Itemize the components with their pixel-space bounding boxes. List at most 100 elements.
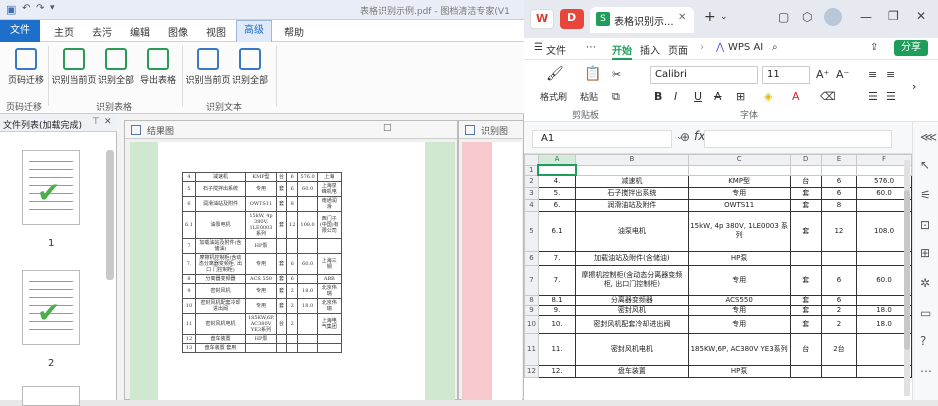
spreadsheet-cell[interactable]: 专用 <box>687 264 791 296</box>
row-header[interactable]: 3 <box>524 186 539 200</box>
spreadsheet-cell[interactable]: 6 <box>820 264 858 296</box>
spreadsheet-cell[interactable]: OWTS11 <box>687 198 791 212</box>
search-icon[interactable]: ⌕ <box>772 42 778 53</box>
spreadsheet-cell[interactable] <box>789 164 822 176</box>
spreadsheet-cell[interactable] <box>537 164 577 176</box>
row-header[interactable]: 1 <box>524 164 539 176</box>
export-table-button[interactable]: 导出表格 <box>134 48 182 86</box>
spreadsheet-cell[interactable]: 套 <box>789 186 822 200</box>
more-icon[interactable]: ⋯ <box>586 42 596 53</box>
spreadsheet-cell[interactable]: 台 <box>789 332 822 366</box>
spreadsheet-cell[interactable]: 套 <box>789 210 822 252</box>
clear-icon[interactable]: ⌫ <box>820 90 836 103</box>
column-header[interactable]: E <box>820 154 858 166</box>
row-header[interactable]: 10 <box>524 314 539 334</box>
restore-icon[interactable]: ❐ <box>888 9 899 23</box>
row-header[interactable]: 12 <box>524 364 539 378</box>
row-header[interactable]: 5 <box>524 210 539 252</box>
menu-file[interactable]: 文件 <box>0 20 40 42</box>
spreadsheet-cell[interactable]: 7. <box>537 250 577 266</box>
spreadsheet-cell[interactable]: 套 <box>789 304 822 316</box>
quick-access-icon[interactable]: ▾ <box>50 3 55 13</box>
spreadsheet-cell[interactable]: 套 <box>789 198 822 212</box>
align-top-icon[interactable]: ≡ <box>868 68 877 81</box>
spreadsheet-cell[interactable]: 4. <box>537 174 577 188</box>
spreadsheet-cell[interactable]: 6 <box>820 186 858 200</box>
tab-list-chevron-icon[interactable]: ⌄ <box>720 12 728 22</box>
maximize-icon[interactable]: □ <box>383 123 392 133</box>
file-list-scrollbar[interactable] <box>106 150 114 280</box>
menu-home[interactable]: 主页 <box>54 24 74 39</box>
paste-button[interactable]: 粘贴 <box>580 90 598 103</box>
spreadsheet-cell[interactable]: 套 <box>789 264 822 296</box>
vertical-scrollbar[interactable] <box>904 160 910 396</box>
page-migrate-button[interactable]: 页码迁移 <box>2 48 50 86</box>
row-header[interactable]: 2 <box>524 174 539 188</box>
spreadsheet-cell[interactable]: 摩擦机控制柜(含动态分离器变频柜, 出口门控制柜) <box>575 264 689 296</box>
spreadsheet-cell[interactable]: KMP型 <box>687 174 791 188</box>
spreadsheet-cell[interactable]: 石子搅拌出系统 <box>575 186 689 200</box>
column-header[interactable]: C <box>687 154 791 166</box>
tools-icon[interactable]: ✲ <box>920 276 930 290</box>
spreadsheet-cell[interactable]: 密封风机电机 <box>575 332 689 366</box>
column-header[interactable]: A <box>537 154 577 166</box>
wps-home-button[interactable]: W <box>530 9 554 29</box>
close-window-icon[interactable]: ✕ <box>916 9 926 23</box>
row-header[interactable]: 8 <box>524 294 539 306</box>
document-tab[interactable]: S 表格识别示... ✕ <box>590 7 694 33</box>
recognize-text-current-button[interactable]: 识别当前页 <box>184 48 232 86</box>
spreadsheet-cell[interactable]: 油泵电机 <box>575 210 689 252</box>
align-center-icon[interactable]: ☰ <box>886 90 896 103</box>
spreadsheet-cell[interactable]: HP泵 <box>687 364 791 378</box>
border-icon[interactable]: ⊞ <box>736 90 745 103</box>
scanned-page[interactable]: 4 减速机 KMP型台 6 576.0 上海 5 石子搅拌出系统 专用套 6 60.0 上海泉峰机电 6… <box>158 142 425 400</box>
recognize-all-button[interactable]: 识别全部 <box>92 48 140 86</box>
spreadsheet-cell[interactable]: 12. <box>537 364 577 378</box>
cut-icon[interactable]: ✂ <box>612 68 621 81</box>
underline-icon[interactable]: U <box>694 90 702 103</box>
spreadsheet-cell[interactable]: 密封风机配套冷却进出阀 <box>575 314 689 334</box>
wps-ai-button[interactable]: WPS AI <box>728 42 763 53</box>
scrollbar-thumb[interactable] <box>904 190 910 350</box>
spreadsheet-cell[interactable]: 台 <box>789 174 822 188</box>
window-icon[interactable]: ▭ <box>920 306 931 320</box>
cube-icon[interactable]: ⬡ <box>802 10 812 24</box>
close-tab-icon[interactable]: ✕ <box>678 12 686 23</box>
spreadsheet-cell[interactable]: 润滑油站及附件 <box>575 198 689 212</box>
spreadsheet-cell[interactable]: 盘车装置 <box>575 364 689 378</box>
row-header[interactable]: 6 <box>524 250 539 266</box>
font-name-select[interactable]: Calibri <box>650 66 758 84</box>
spreadsheet-cell[interactable]: 5. <box>537 186 577 200</box>
copy-icon[interactable]: ⧉ <box>612 90 620 104</box>
hamburger-icon[interactable]: ☰ <box>534 42 543 53</box>
spreadsheet-cell[interactable] <box>820 364 858 378</box>
spreadsheet-cell[interactable]: 185KW,6P, AC380V YE3系列 <box>687 332 791 366</box>
cells-icon[interactable]: ⊞ <box>920 246 930 260</box>
spreadsheet-cell[interactable]: 8.1 <box>537 294 577 306</box>
upload-cloud-icon[interactable]: ⇪ <box>870 42 878 53</box>
spreadsheet-cell[interactable]: 专用 <box>687 304 791 316</box>
recognize-current-page-button[interactable]: 识别当前页 <box>50 48 98 86</box>
spreadsheet-cell[interactable] <box>687 164 791 176</box>
recognize-text-all-button[interactable]: 识别全部 <box>226 48 274 86</box>
spreadsheet-cell[interactable]: 11. <box>537 332 577 366</box>
tab-insert[interactable]: 插入 <box>640 42 660 57</box>
page-thumbnail-2[interactable]: ✔ <box>22 270 80 345</box>
formula-input[interactable] <box>704 130 892 148</box>
font-color-icon[interactable]: A <box>792 90 800 103</box>
new-tab-icon[interactable]: + <box>704 9 716 25</box>
pin-icon[interactable]: ⊡ <box>920 218 930 232</box>
strikethrough-icon[interactable]: A <box>714 90 722 103</box>
spreadsheet-cell[interactable]: 6 <box>820 294 858 306</box>
spreadsheet-cell[interactable] <box>789 364 822 378</box>
row-header[interactable]: 7 <box>524 264 539 296</box>
menu-file[interactable]: 文件 <box>546 42 566 57</box>
spreadsheet-cell[interactable] <box>575 164 689 176</box>
window-icon[interactable]: ▢ <box>778 10 789 24</box>
spreadsheet-cell[interactable] <box>789 250 822 266</box>
column-header[interactable]: D <box>789 154 822 166</box>
select-cursor-icon[interactable]: ↖ <box>920 158 930 172</box>
spreadsheet-cell[interactable]: 12 <box>820 210 858 252</box>
menu-advanced[interactable]: 高级 <box>236 20 272 42</box>
spreadsheet-cell[interactable]: 分离器变频器 <box>575 294 689 306</box>
